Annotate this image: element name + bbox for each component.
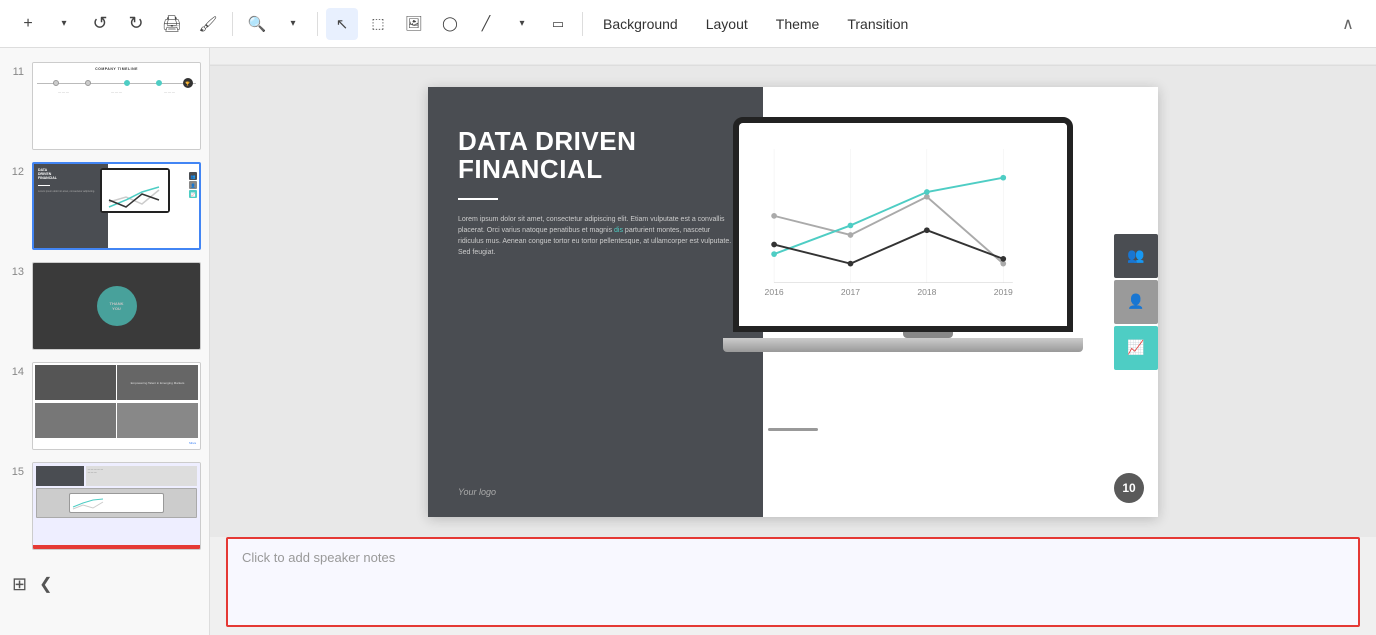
add-dropdown-icon: ▾ <box>61 18 66 29</box>
people-solid-icon: 👥 <box>1127 247 1144 264</box>
people-solid-button[interactable]: 👥 <box>1114 234 1158 278</box>
line-button[interactable]: ╱ <box>470 8 502 40</box>
zoom-icon: 🔍 <box>248 15 267 33</box>
separator-2 <box>317 12 318 36</box>
highlight-text: dis <box>614 227 623 234</box>
collapse-sidebar-button[interactable]: ❮ <box>39 574 52 594</box>
slide-thumb-14[interactable]: 14 Empowering Talent in Emerging Markets… <box>0 356 209 456</box>
background-button[interactable]: Background <box>591 8 690 40</box>
grid-view-button[interactable]: ⊞ <box>12 574 27 595</box>
people-outline-icon: 👤 <box>1127 293 1144 310</box>
frame-icon: ⬚ <box>371 15 384 32</box>
slide-right-panel: 2016 2017 2018 2019 <box>763 87 1158 517</box>
slide-preview-12: DATADRIVENFINANCIAL Lorem ipsum dolor si… <box>32 162 201 250</box>
main-area: 11 COMPANY TIMELINE 🏆 — — — <box>0 48 1376 635</box>
undo-button[interactable]: ↺ <box>84 8 116 40</box>
slide-number-11: 11 <box>8 62 24 78</box>
laptop-screen-inner: 2016 2017 2018 2019 <box>739 123 1067 326</box>
speaker-notes[interactable]: Click to add speaker notes <box>226 537 1360 627</box>
laptop-screen: 2016 2017 2018 2019 <box>733 117 1073 332</box>
svg-text:2018: 2018 <box>917 287 936 297</box>
content-area: // tick marks rendered via CSS gradient … <box>210 48 1376 635</box>
slide-number-badge: 10 <box>1114 473 1144 503</box>
slide-preview-11: COMPANY TIMELINE 🏆 — — — — — — — — — <box>32 62 201 150</box>
add-dropdown-button[interactable]: ▾ <box>48 8 80 40</box>
collapse-icon: ∧ <box>1342 14 1354 34</box>
image-button[interactable]: 🖼 <box>398 8 430 40</box>
line-dropdown-button[interactable]: ▾ <box>506 8 538 40</box>
slide-number-12: 12 <box>8 162 24 178</box>
separator-1 <box>232 12 233 36</box>
redo-icon: ↻ <box>128 13 143 34</box>
svg-text:2017: 2017 <box>841 287 860 297</box>
slide-thumb-11[interactable]: 11 COMPANY TIMELINE 🏆 — — — <box>0 56 209 156</box>
layout-button[interactable]: Layout <box>694 8 760 40</box>
chart-icon: 📈 <box>1127 339 1144 356</box>
toolbar: + ▾ ↺ ↻ 🖨 🖌 🔍 ▾ ↖ ⬚ 🖼 ◯ ╱ ▾ ▭ Background <box>0 0 1376 48</box>
image-icon: 🖼 <box>405 15 423 32</box>
print-button[interactable]: 🖨 <box>156 8 188 40</box>
paintformat-button[interactable]: 🖌 <box>192 8 224 40</box>
people-outline-button[interactable]: 👤 <box>1114 280 1158 324</box>
laptop-base <box>723 338 1083 352</box>
svg-text:2019: 2019 <box>994 287 1013 297</box>
line-icon: ╱ <box>482 15 490 32</box>
print-icon: 🖨 <box>162 14 182 34</box>
slide-divider <box>458 198 498 200</box>
speaker-notes-placeholder: Click to add speaker notes <box>242 550 395 565</box>
slide-number-15: 15 <box>8 462 24 478</box>
collapse-button[interactable]: ∧ <box>1332 8 1364 40</box>
laptop-notch <box>903 332 953 338</box>
redo-button[interactable]: ↻ <box>120 8 152 40</box>
select-icon: ↖ <box>336 15 349 33</box>
zoom-dropdown-icon: ▾ <box>290 18 295 29</box>
slide-preview-13: THANKYOU <box>32 262 201 350</box>
slide-title: DATA DRIVENFINANCIAL <box>458 127 733 184</box>
slide-preview-14: Empowering Talent in Emerging Markets Si… <box>32 362 201 450</box>
shape-icon: ◯ <box>442 15 458 32</box>
textbox-button[interactable]: ▭ <box>542 8 574 40</box>
ruler: // tick marks rendered via CSS gradient … <box>210 48 1376 66</box>
slide-thumb-12[interactable]: 12 DATADRIVENFINANCIAL Lorem ipsum dolor… <box>0 156 209 256</box>
line-dropdown-icon: ▾ <box>519 18 524 29</box>
scroll-indicator <box>768 419 818 439</box>
separator-3 <box>582 12 583 36</box>
shape-button[interactable]: ◯ <box>434 8 466 40</box>
zoom-button[interactable]: 🔍 <box>241 8 273 40</box>
svg-text:2016: 2016 <box>765 287 784 297</box>
slide-number-14: 14 <box>8 362 24 378</box>
slide-panel: 11 COMPANY TIMELINE 🏆 — — — <box>0 48 210 635</box>
select-button[interactable]: ↖ <box>326 8 358 40</box>
sidebar-bottom-bar: ⊞ ❮ <box>0 564 209 604</box>
frame-button[interactable]: ⬚ <box>362 8 394 40</box>
slide-left-panel: DATA DRIVENFINANCIAL Lorem ipsum dolor s… <box>428 87 763 517</box>
scroll-bar <box>768 428 818 431</box>
undo-icon: ↺ <box>92 13 107 34</box>
paintformat-icon: 🖌 <box>198 15 217 33</box>
slide-number-13: 13 <box>8 262 24 278</box>
laptop-mockup: 2016 2017 2018 2019 <box>733 117 1123 387</box>
ruler-svg: // tick marks rendered via CSS gradient … <box>210 48 1376 66</box>
canvas-area[interactable]: DATA DRIVENFINANCIAL Lorem ipsum dolor s… <box>210 66 1376 537</box>
slide-canvas: DATA DRIVENFINANCIAL Lorem ipsum dolor s… <box>428 87 1158 517</box>
chart-button[interactable]: 📈 <box>1114 326 1158 370</box>
slide-preview-15: — — — — —— — — <box>32 462 201 550</box>
add-button[interactable]: + <box>12 8 44 40</box>
chart-container: 2016 2017 2018 2019 <box>749 133 1057 320</box>
slide-thumb-13[interactable]: 13 THANKYOU <box>0 256 209 356</box>
transition-button[interactable]: Transition <box>835 8 920 40</box>
chart-svg: 2016 2017 2018 2019 <box>755 137 1051 304</box>
textbox-icon: ▭ <box>552 16 564 32</box>
zoom-dropdown-button[interactable]: ▾ <box>277 8 309 40</box>
slide-body-text: Lorem ipsum dolor sit amet, consectetur … <box>458 214 733 259</box>
slide-logo: Your logo <box>458 487 496 497</box>
right-sidebar-buttons: 👥 👤 📈 <box>1114 234 1158 370</box>
theme-button[interactable]: Theme <box>764 8 832 40</box>
add-icon: + <box>23 15 32 33</box>
slide-thumb-15[interactable]: 15 — — — — —— — — <box>0 456 209 556</box>
